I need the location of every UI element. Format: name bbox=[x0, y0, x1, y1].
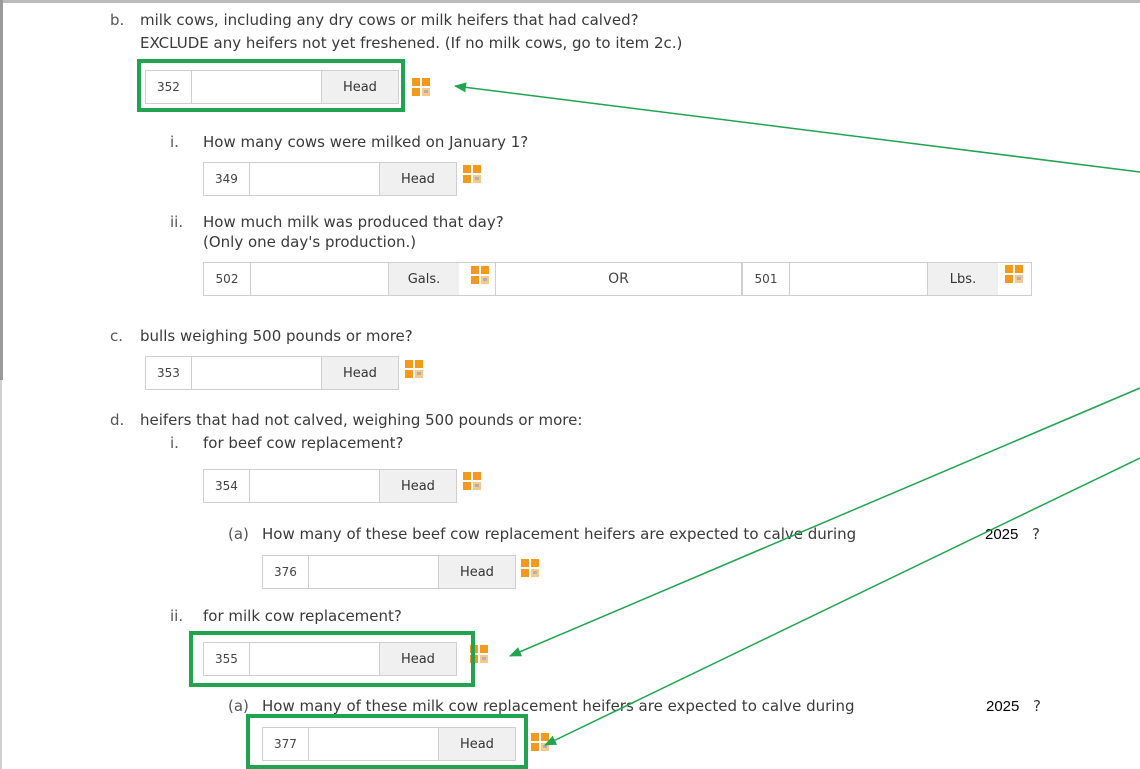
arrow-to-377 bbox=[544, 457, 1140, 746]
arrow-to-352 bbox=[454, 82, 1140, 173]
arrow-to-355 bbox=[509, 387, 1140, 657]
annotation-arrows bbox=[454, 82, 1140, 746]
